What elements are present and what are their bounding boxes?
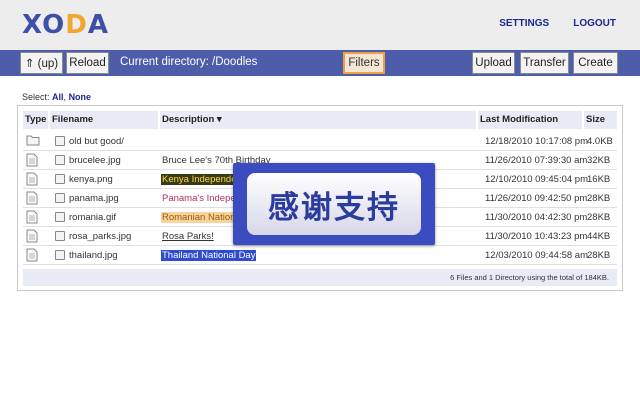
select-bar: Select: All, None bbox=[22, 92, 92, 102]
description-text bbox=[161, 136, 163, 147]
size-cell: 28KB bbox=[587, 212, 611, 223]
filters-button[interactable]: Filters bbox=[343, 52, 385, 74]
filename-cell[interactable]: old but good/ bbox=[69, 132, 124, 151]
header-size[interactable]: Size bbox=[584, 111, 617, 129]
row-checkbox[interactable] bbox=[55, 136, 65, 146]
date-cell: 12/03/2010 09:44:58 am bbox=[485, 250, 589, 261]
overlay-badge: 感谢支持 bbox=[247, 173, 421, 235]
top-links: SETTINGS LOGOUT bbox=[499, 18, 616, 29]
header-last-modification[interactable]: Last Modification bbox=[478, 111, 582, 129]
date-cell: 11/30/2010 10:43:23 pm bbox=[485, 231, 588, 242]
description-text: Kenya Independen bbox=[161, 174, 243, 185]
description-cell bbox=[161, 132, 163, 151]
description-cell: Romanian Nationa bbox=[161, 208, 242, 227]
row-checkbox[interactable] bbox=[55, 174, 65, 184]
row-checkbox[interactable] bbox=[55, 193, 65, 203]
settings-link[interactable]: SETTINGS bbox=[499, 18, 549, 29]
size-cell: 32KB bbox=[587, 155, 611, 166]
file-icon bbox=[26, 191, 38, 205]
row-checkbox[interactable] bbox=[55, 155, 65, 165]
description-text: Panama's Indeper bbox=[162, 193, 239, 204]
logout-link[interactable]: LOGOUT bbox=[573, 18, 616, 29]
file-icon bbox=[26, 229, 38, 243]
header-filename[interactable]: Filename bbox=[50, 111, 158, 129]
select-none-link[interactable]: None bbox=[69, 92, 92, 102]
size-cell: 16KB bbox=[587, 174, 611, 185]
overlay-text: 感谢支持 bbox=[268, 189, 400, 226]
select-all-link[interactable]: All bbox=[52, 92, 64, 102]
select-label: Select: bbox=[22, 92, 50, 102]
date-cell: 12/18/2010 10:17:08 pm bbox=[485, 136, 589, 147]
filename-cell[interactable]: rosa_parks.jpg bbox=[69, 227, 131, 246]
app-header: XODA SETTINGS LOGOUT bbox=[0, 0, 640, 50]
filename-cell[interactable]: panama.jpg bbox=[69, 189, 119, 208]
date-cell: 11/26/2010 07:39:30 am bbox=[485, 155, 588, 166]
file-icon bbox=[26, 153, 38, 167]
date-cell: 11/30/2010 04:42:30 pm bbox=[485, 212, 588, 223]
row-checkbox[interactable] bbox=[55, 231, 65, 241]
overlay-banner: 感谢支持 bbox=[233, 163, 435, 245]
description-cell: Panama's Indeper bbox=[161, 189, 240, 208]
logo-letter-o: O bbox=[42, 10, 66, 40]
logo-letter-a: A bbox=[87, 10, 109, 40]
header-description[interactable]: Description ▾ bbox=[160, 111, 476, 129]
file-icon bbox=[26, 172, 38, 186]
reload-button[interactable]: Reload bbox=[66, 52, 109, 74]
row-checkbox[interactable] bbox=[55, 212, 65, 222]
folder-icon bbox=[26, 135, 40, 146]
size-cell: 28KB bbox=[587, 193, 611, 204]
toolbar: ⇑ (up) Reload Current directory: /Doodle… bbox=[0, 50, 640, 76]
upload-button[interactable]: Upload bbox=[472, 52, 515, 74]
table-row[interactable]: thailand.jpg Thailand National Day 12/03… bbox=[23, 246, 617, 265]
logo-letter-x: X bbox=[22, 10, 43, 40]
description-text: Romanian Nationa bbox=[161, 212, 242, 223]
table-footer: 6 Files and 1 Directory using the total … bbox=[23, 269, 617, 286]
xoda-logo[interactable]: XODA bbox=[22, 10, 109, 40]
header-type[interactable]: Type bbox=[23, 111, 48, 129]
logo-letter-d: D bbox=[65, 10, 88, 40]
description-text: Rosa Parks! bbox=[162, 231, 214, 242]
date-cell: 11/26/2010 09:42:50 pm bbox=[485, 193, 588, 204]
transfer-button[interactable]: Transfer bbox=[520, 52, 569, 74]
file-icon bbox=[26, 210, 38, 224]
description-text: Thailand National Day bbox=[161, 250, 257, 261]
filename-cell[interactable]: thailand.jpg bbox=[69, 246, 118, 265]
table-row[interactable]: old but good/ 12/18/2010 10:17:08 pm 4.0… bbox=[23, 132, 617, 151]
filename-cell[interactable]: brucelee.jpg bbox=[69, 151, 121, 170]
create-button[interactable]: Create bbox=[573, 52, 618, 74]
size-cell: 44KB bbox=[587, 231, 611, 242]
file-icon bbox=[26, 248, 38, 262]
size-cell: 4.0KB bbox=[587, 136, 613, 147]
size-cell: 28KB bbox=[587, 250, 611, 261]
filename-cell[interactable]: kenya.png bbox=[69, 170, 113, 189]
description-cell: Kenya Independen bbox=[161, 170, 243, 189]
date-cell: 12/10/2010 09:45:04 pm bbox=[485, 174, 589, 185]
current-directory: Current directory: /Doodles bbox=[120, 56, 258, 68]
table-header: Type Filename Description ▾ Last Modific… bbox=[23, 111, 617, 129]
description-cell: Rosa Parks! bbox=[161, 227, 215, 246]
description-cell: Thailand National Day bbox=[161, 246, 257, 265]
filename-cell[interactable]: romania.gif bbox=[69, 208, 116, 227]
up-button[interactable]: ⇑ (up) bbox=[20, 52, 63, 74]
row-checkbox[interactable] bbox=[55, 250, 65, 260]
